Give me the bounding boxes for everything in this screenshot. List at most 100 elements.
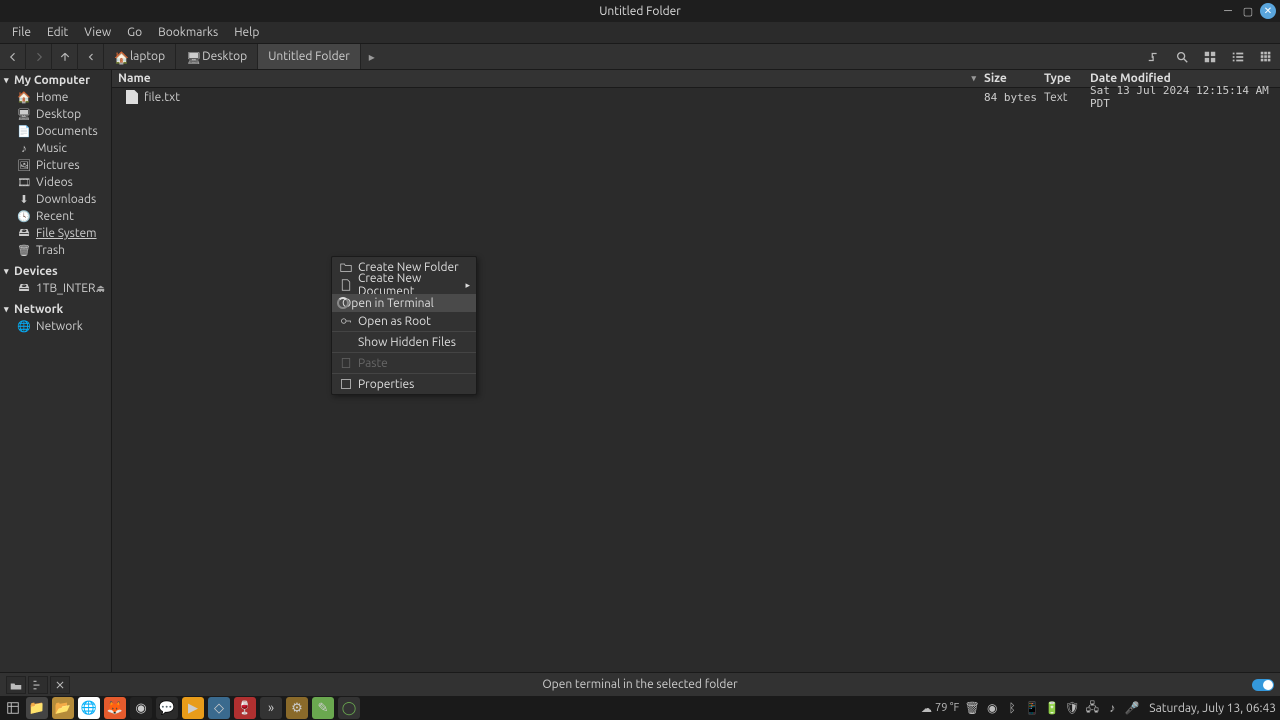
sidebar-item-pictures[interactable]: 🖼Pictures bbox=[0, 157, 111, 174]
content-area[interactable]: Name▾ Size Type Date Modified file.txt 8… bbox=[112, 70, 1280, 672]
network-icon: 🌐 bbox=[18, 321, 30, 333]
app-remmina-icon[interactable]: » bbox=[260, 697, 282, 719]
tray-network-icon[interactable]: 🖧 bbox=[1085, 701, 1099, 715]
file-row[interactable]: file.txt 84 bytes Text Sat 13 Jul 2024 1… bbox=[112, 88, 1280, 106]
sidebar-item-recent[interactable]: 🕓 Recent bbox=[0, 208, 111, 225]
downloads-icon: ⬇ bbox=[18, 194, 30, 206]
menubar: File Edit View Go Bookmarks Help bbox=[0, 22, 1280, 44]
app-discord-icon[interactable]: 💬 bbox=[156, 697, 178, 719]
maximize-button[interactable]: ▢ bbox=[1240, 3, 1256, 19]
close-button[interactable]: ✕ bbox=[1260, 3, 1276, 19]
ctx-properties[interactable]: Properties bbox=[332, 375, 476, 393]
sidebar-item-label: File System bbox=[36, 227, 97, 240]
sidebar-item-device[interactable]: 🖴 1TB_INTER... ⏏ bbox=[0, 280, 111, 297]
nav-prev-crumb-button[interactable] bbox=[78, 44, 104, 70]
desktop-icon: 🖥 bbox=[18, 109, 30, 121]
key-icon bbox=[340, 315, 352, 327]
status-close-button[interactable] bbox=[50, 676, 70, 694]
start-menu-button[interactable] bbox=[4, 699, 22, 717]
tray-bluetooth-icon[interactable]: ᛒ bbox=[1005, 701, 1019, 715]
ctx-label: Open as Root bbox=[358, 315, 431, 328]
sidebar-item-videos[interactable]: 🎞Videos bbox=[0, 174, 111, 191]
sidebar-item-label: Music bbox=[36, 142, 67, 155]
app-settings-icon[interactable]: ⚙ bbox=[286, 697, 308, 719]
breadcrumb-desktop[interactable]: 🖥 Desktop bbox=[176, 44, 258, 69]
tray-clock[interactable]: Saturday, July 13, 06:43 bbox=[1149, 702, 1276, 715]
view-list-button[interactable] bbox=[1224, 44, 1252, 70]
tray-update-icon[interactable]: 🛡 bbox=[1065, 701, 1079, 715]
tray-phone-icon[interactable]: 📱 bbox=[1025, 701, 1039, 715]
app-steam-icon[interactable]: ◉ bbox=[130, 697, 152, 719]
nav-back-button[interactable] bbox=[0, 44, 26, 70]
menu-help[interactable]: Help bbox=[226, 24, 267, 41]
app-firefox-icon[interactable]: 🦊 bbox=[104, 697, 126, 719]
sidebar-header-my-computer[interactable]: ▾My Computer bbox=[0, 72, 111, 89]
file-type: Text bbox=[1044, 91, 1090, 104]
breadcrumb-current[interactable]: Untitled Folder bbox=[258, 44, 361, 69]
app-media-icon[interactable]: ▶ bbox=[182, 697, 204, 719]
sidebar-item-trash[interactable]: 🗑 Trash bbox=[0, 242, 111, 259]
breadcrumb-next-button[interactable]: ▸ bbox=[361, 44, 383, 69]
column-header-name[interactable]: Name▾ bbox=[112, 72, 984, 85]
pictures-icon: 🖼 bbox=[18, 160, 30, 172]
minimize-button[interactable]: ─ bbox=[1220, 3, 1236, 19]
disk-icon: 🖴 bbox=[18, 283, 30, 295]
tray-weather[interactable]: ☁79 °F bbox=[921, 702, 959, 715]
tray-mic-icon[interactable]: 🎤 bbox=[1125, 701, 1139, 715]
sidebar-item-music[interactable]: ♪Music bbox=[0, 140, 111, 157]
trash-icon: 🗑 bbox=[18, 245, 30, 257]
app-files-active-icon[interactable]: 📂 bbox=[52, 697, 74, 719]
tray-battery-icon[interactable]: 🔋 bbox=[1045, 701, 1059, 715]
sidebar-item-downloads[interactable]: ⬇Downloads bbox=[0, 191, 111, 208]
app-editor-icon[interactable]: ✎ bbox=[312, 697, 334, 719]
sidebar-item-label: Recent bbox=[36, 210, 74, 223]
tray-obs-icon[interactable]: ◉ bbox=[985, 701, 999, 715]
ctx-show-hidden[interactable]: Show Hidden Files bbox=[332, 333, 476, 351]
properties-icon bbox=[340, 378, 352, 390]
sidebar-header-devices[interactable]: ▾Devices bbox=[0, 263, 111, 280]
sidebar-item-filesystem[interactable]: 🖴File System bbox=[0, 225, 111, 242]
app-inkscape-icon[interactable]: ◇ bbox=[208, 697, 230, 719]
sidebar-item-home[interactable]: 🏠Home bbox=[0, 89, 111, 106]
menu-edit[interactable]: Edit bbox=[39, 24, 76, 41]
tray-volume-icon[interactable]: ♪ bbox=[1105, 701, 1119, 715]
eject-icon[interactable]: ⏏ bbox=[96, 283, 105, 294]
sidebar-header-network[interactable]: ▾Network bbox=[0, 301, 111, 318]
column-header-type[interactable]: Type bbox=[1044, 72, 1090, 85]
app-files-icon[interactable]: 📁 bbox=[26, 697, 48, 719]
context-menu-separator bbox=[332, 352, 476, 353]
sidebar-item-desktop[interactable]: 🖥Desktop bbox=[0, 106, 111, 123]
menu-go[interactable]: Go bbox=[119, 24, 150, 41]
app-wine-icon[interactable]: 🍷 bbox=[234, 697, 256, 719]
toggle-path-button[interactable] bbox=[1140, 44, 1168, 70]
column-header-size[interactable]: Size bbox=[984, 72, 1044, 85]
ctx-create-document[interactable]: Create New Document ▸ bbox=[332, 276, 476, 294]
status-places-button[interactable] bbox=[6, 676, 26, 694]
app-mint-icon[interactable]: ◯ bbox=[338, 697, 360, 719]
recent-icon: 🕓 bbox=[18, 211, 30, 223]
status-text: Open terminal in the selected folder bbox=[542, 678, 737, 691]
sidebar-item-documents[interactable]: 📄Documents bbox=[0, 123, 111, 140]
view-compact-button[interactable] bbox=[1252, 44, 1280, 70]
ctx-open-root[interactable]: Open as Root bbox=[332, 312, 476, 330]
folder-plus-icon bbox=[340, 261, 352, 273]
status-tree-button[interactable] bbox=[28, 676, 48, 694]
breadcrumb-home[interactable]: 🏠 laptop bbox=[104, 44, 176, 69]
system-taskbar: 📁 📂 🌐 🦊 ◉ 💬 ▶ ◇ 🍷 » ⚙ ✎ ◯ ☁79 °F 🗑 ◉ ᛒ 📱… bbox=[0, 696, 1280, 720]
sidebar-item-label: Network bbox=[36, 320, 83, 333]
ctx-label: Open in Terminal bbox=[342, 297, 434, 310]
search-button[interactable] bbox=[1168, 44, 1196, 70]
nav-up-button[interactable] bbox=[52, 44, 78, 70]
menu-view[interactable]: View bbox=[76, 24, 119, 41]
sort-indicator-icon: ▾ bbox=[971, 73, 976, 84]
nav-forward-button[interactable] bbox=[26, 44, 52, 70]
sidebar-item-network[interactable]: 🌐 Network bbox=[0, 318, 111, 335]
view-icons-button[interactable] bbox=[1196, 44, 1224, 70]
sidebar-item-label: Trash bbox=[36, 244, 65, 257]
ctx-open-terminal[interactable]: Open in Terminal bbox=[332, 294, 476, 312]
app-chrome-icon[interactable]: 🌐 bbox=[78, 697, 100, 719]
tray-trash-icon[interactable]: 🗑 bbox=[965, 701, 979, 715]
menu-bookmarks[interactable]: Bookmarks bbox=[150, 24, 226, 41]
menu-file[interactable]: File bbox=[4, 24, 39, 41]
status-toggle[interactable] bbox=[1252, 679, 1274, 691]
